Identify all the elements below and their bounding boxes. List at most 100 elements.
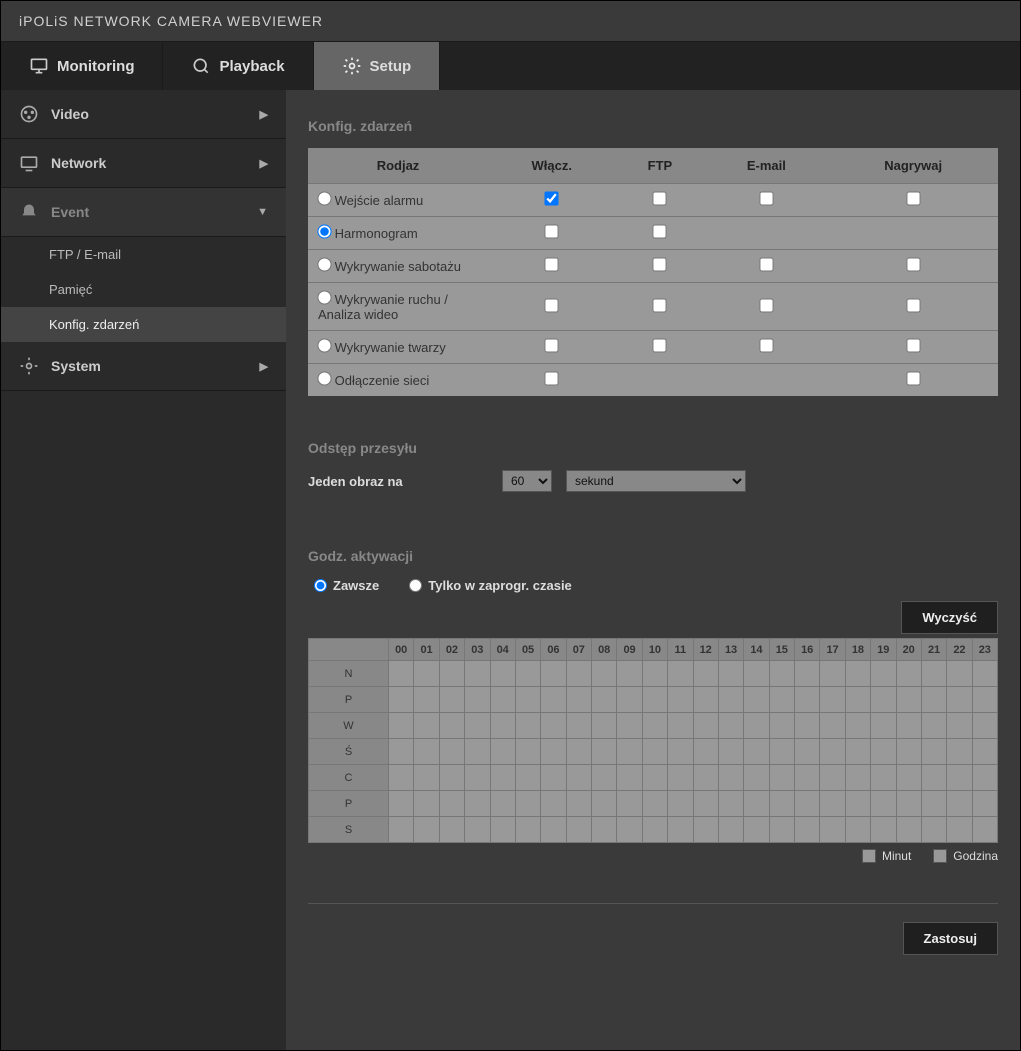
sched-cell-4-20[interactable] (896, 765, 921, 791)
sched-cell-3-04[interactable] (490, 739, 515, 765)
transfer-unit-select[interactable]: sekund (566, 470, 746, 492)
sched-cell-3-21[interactable] (921, 739, 946, 765)
sched-cell-4-21[interactable] (921, 765, 946, 791)
sched-cell-2-16[interactable] (795, 713, 820, 739)
sched-cell-5-05[interactable] (515, 791, 540, 817)
sched-cell-4-22[interactable] (947, 765, 972, 791)
sched-cell-4-00[interactable] (389, 765, 414, 791)
sched-cell-1-03[interactable] (465, 687, 490, 713)
sched-cell-1-23[interactable] (972, 687, 997, 713)
sched-cell-4-12[interactable] (693, 765, 718, 791)
sched-cell-3-07[interactable] (566, 739, 591, 765)
sched-cell-6-19[interactable] (871, 817, 896, 843)
sched-cell-3-22[interactable] (947, 739, 972, 765)
sched-cell-1-04[interactable] (490, 687, 515, 713)
event-radio-tamper[interactable] (317, 257, 331, 271)
sched-cell-5-08[interactable] (592, 791, 617, 817)
event-enable-net_disc[interactable] (545, 371, 559, 385)
sched-cell-6-18[interactable] (845, 817, 870, 843)
sched-cell-4-09[interactable] (617, 765, 642, 791)
event-email-face[interactable] (759, 338, 773, 352)
sched-cell-5-22[interactable] (947, 791, 972, 817)
event-record-alarm_in[interactable] (906, 191, 920, 205)
sched-cell-1-08[interactable] (592, 687, 617, 713)
event-radio-alarm_in[interactable] (317, 191, 331, 205)
tab-monitoring[interactable]: Monitoring (1, 42, 163, 90)
event-email-motion[interactable] (759, 298, 773, 312)
sched-cell-6-15[interactable] (769, 817, 794, 843)
sched-cell-6-10[interactable] (642, 817, 667, 843)
sched-cell-4-04[interactable] (490, 765, 515, 791)
sched-cell-6-11[interactable] (668, 817, 693, 843)
sched-cell-4-18[interactable] (845, 765, 870, 791)
sched-cell-0-07[interactable] (566, 661, 591, 687)
sched-cell-3-13[interactable] (718, 739, 743, 765)
sched-cell-5-12[interactable] (693, 791, 718, 817)
event-ftp-alarm_in[interactable] (653, 191, 667, 205)
sched-cell-2-14[interactable] (744, 713, 769, 739)
sched-cell-5-10[interactable] (642, 791, 667, 817)
sched-cell-6-08[interactable] (592, 817, 617, 843)
sched-cell-2-09[interactable] (617, 713, 642, 739)
sched-cell-2-08[interactable] (592, 713, 617, 739)
sched-cell-5-20[interactable] (896, 791, 921, 817)
sched-cell-6-23[interactable] (972, 817, 997, 843)
sched-cell-2-07[interactable] (566, 713, 591, 739)
event-enable-schedule[interactable] (545, 224, 559, 238)
sched-cell-3-02[interactable] (439, 739, 464, 765)
sched-cell-0-17[interactable] (820, 661, 845, 687)
sched-cell-2-21[interactable] (921, 713, 946, 739)
sched-cell-6-01[interactable] (414, 817, 439, 843)
sched-cell-0-20[interactable] (896, 661, 921, 687)
sched-cell-6-05[interactable] (515, 817, 540, 843)
sched-cell-6-00[interactable] (389, 817, 414, 843)
sched-cell-1-13[interactable] (718, 687, 743, 713)
sched-cell-4-06[interactable] (541, 765, 566, 791)
sched-cell-0-06[interactable] (541, 661, 566, 687)
sidebar-sub-ftp-email[interactable]: FTP / E-mail (1, 237, 286, 272)
sched-cell-1-07[interactable] (566, 687, 591, 713)
sched-cell-3-03[interactable] (465, 739, 490, 765)
event-email-alarm_in[interactable] (759, 191, 773, 205)
sched-cell-6-22[interactable] (947, 817, 972, 843)
sched-cell-1-02[interactable] (439, 687, 464, 713)
event-ftp-motion[interactable] (653, 298, 667, 312)
event-email-tamper[interactable] (759, 257, 773, 271)
sched-cell-0-01[interactable] (414, 661, 439, 687)
sched-cell-2-01[interactable] (414, 713, 439, 739)
sched-cell-1-14[interactable] (744, 687, 769, 713)
sched-cell-2-00[interactable] (389, 713, 414, 739)
event-radio-face[interactable] (317, 338, 331, 352)
sched-cell-0-19[interactable] (871, 661, 896, 687)
event-radio-net_disc[interactable] (317, 371, 331, 385)
sidebar-item-event[interactable]: Event ▼ (1, 188, 286, 237)
sched-cell-1-18[interactable] (845, 687, 870, 713)
sched-cell-6-07[interactable] (566, 817, 591, 843)
sched-cell-5-11[interactable] (668, 791, 693, 817)
sched-cell-3-20[interactable] (896, 739, 921, 765)
sched-cell-3-23[interactable] (972, 739, 997, 765)
sched-cell-2-19[interactable] (871, 713, 896, 739)
sched-cell-5-17[interactable] (820, 791, 845, 817)
sched-cell-6-14[interactable] (744, 817, 769, 843)
sched-cell-5-06[interactable] (541, 791, 566, 817)
sched-cell-2-17[interactable] (820, 713, 845, 739)
sched-cell-1-00[interactable] (389, 687, 414, 713)
sched-cell-4-19[interactable] (871, 765, 896, 791)
sched-cell-6-04[interactable] (490, 817, 515, 843)
sched-cell-5-01[interactable] (414, 791, 439, 817)
sched-cell-4-08[interactable] (592, 765, 617, 791)
sched-cell-6-16[interactable] (795, 817, 820, 843)
tab-setup[interactable]: Setup (314, 42, 441, 90)
sched-cell-4-11[interactable] (668, 765, 693, 791)
sched-cell-1-09[interactable] (617, 687, 642, 713)
sched-cell-0-12[interactable] (693, 661, 718, 687)
sched-cell-3-05[interactable] (515, 739, 540, 765)
sched-cell-1-10[interactable] (642, 687, 667, 713)
sidebar-item-network[interactable]: Network ▶ (1, 139, 286, 188)
sched-cell-5-19[interactable] (871, 791, 896, 817)
sidebar-sub-storage[interactable]: Pamięć (1, 272, 286, 307)
sched-cell-6-20[interactable] (896, 817, 921, 843)
sched-cell-1-17[interactable] (820, 687, 845, 713)
sched-cell-1-16[interactable] (795, 687, 820, 713)
